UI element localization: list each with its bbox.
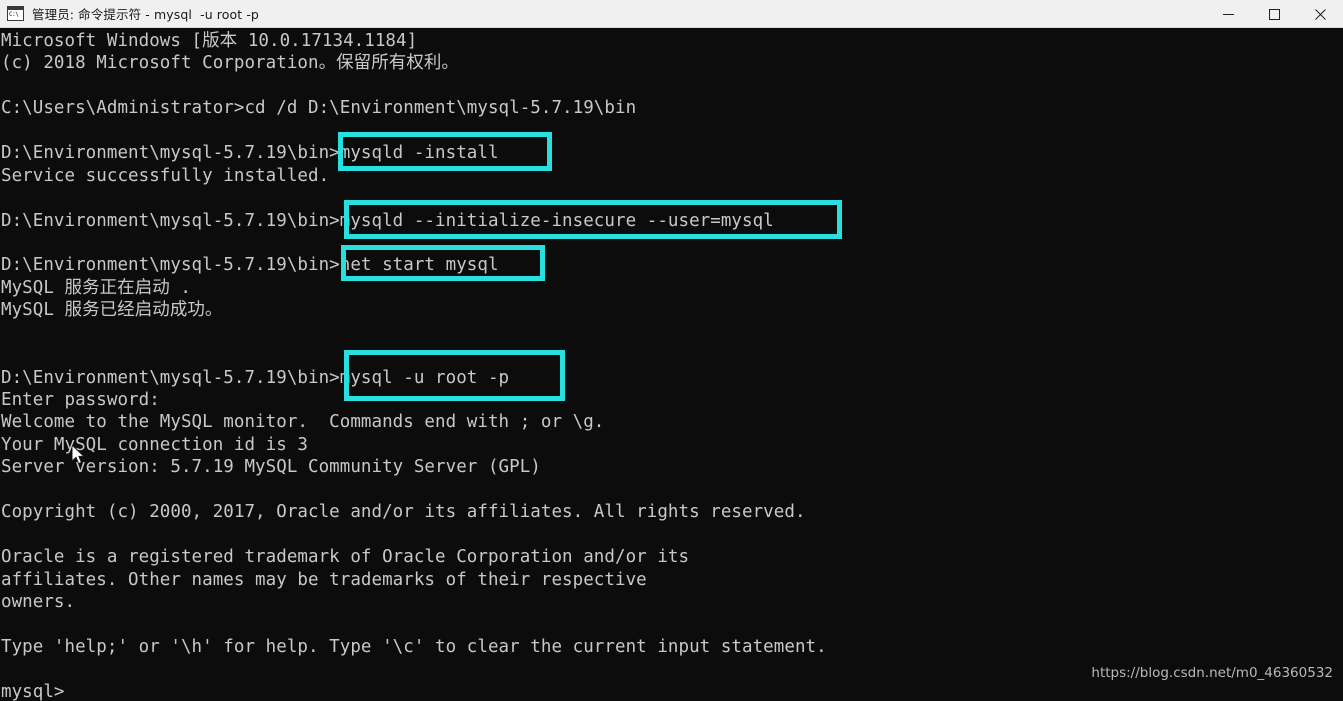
console-line: MySQL 服务已经启动成功。: [1, 300, 223, 321]
console-line: Oracle is a registered trademark of Orac…: [1, 547, 690, 568]
console-line: affiliates. Other names may be trademark…: [1, 569, 647, 590]
close-icon[interactable]: [1297, 0, 1343, 28]
console-line: Copyright (c) 2000, 2017, Oracle and/or …: [1, 502, 806, 523]
console-line: Microsoft Windows [版本 10.0.17134.1184]: [1, 31, 418, 51]
console-line: D:\Environment\mysql-5.7.19\bin>mysql -u…: [1, 367, 510, 388]
console-line: D:\Environment\mysql-5.7.19\bin>mysqld -…: [1, 210, 774, 231]
console-output-area[interactable]: Microsoft Windows [版本 10.0.17134.1184] (c…: [0, 28, 1343, 701]
console-line: mysql>: [1, 681, 65, 701]
console-line: owners.: [1, 591, 76, 612]
console-line: Welcome to the MySQL monitor. Commands e…: [1, 412, 605, 433]
window-titlebar[interactable]: 管理员: 命令提示符 - mysql -u root -p: [0, 0, 1343, 28]
console-line: MySQL 服务正在启动 .: [1, 277, 191, 298]
console-lines: Microsoft Windows [版本 10.0.17134.1184] (c…: [0, 28, 827, 701]
window-controls: [1205, 0, 1343, 28]
console-line: Server version: 5.7.19 MySQL Community S…: [1, 457, 541, 478]
window-title: 管理员: 命令提示符 - mysql -u root -p: [32, 7, 259, 22]
console-icon: [7, 6, 24, 21]
console-line: C:\Users\Administrator>cd /d D:\Environm…: [1, 98, 637, 119]
console-line: Type 'help;' or '\h' for help. Type '\c'…: [1, 636, 827, 657]
console-line: Service successfully installed.: [1, 165, 330, 186]
minimize-icon[interactable]: [1205, 0, 1251, 28]
watermark-text: https://blog.csdn.net/m0_46360532: [1091, 665, 1333, 681]
console-line: D:\Environment\mysql-5.7.19\bin>net star…: [1, 255, 499, 276]
console-line: Your MySQL connection id is 3: [1, 434, 308, 455]
console-line: Enter password:: [1, 390, 160, 410]
maximize-icon[interactable]: [1251, 0, 1297, 28]
console-line: (c) 2018 Microsoft Corporation。保留所有权利。: [1, 53, 459, 74]
console-line: D:\Environment\mysql-5.7.19\bin>mysqld -…: [1, 143, 499, 164]
